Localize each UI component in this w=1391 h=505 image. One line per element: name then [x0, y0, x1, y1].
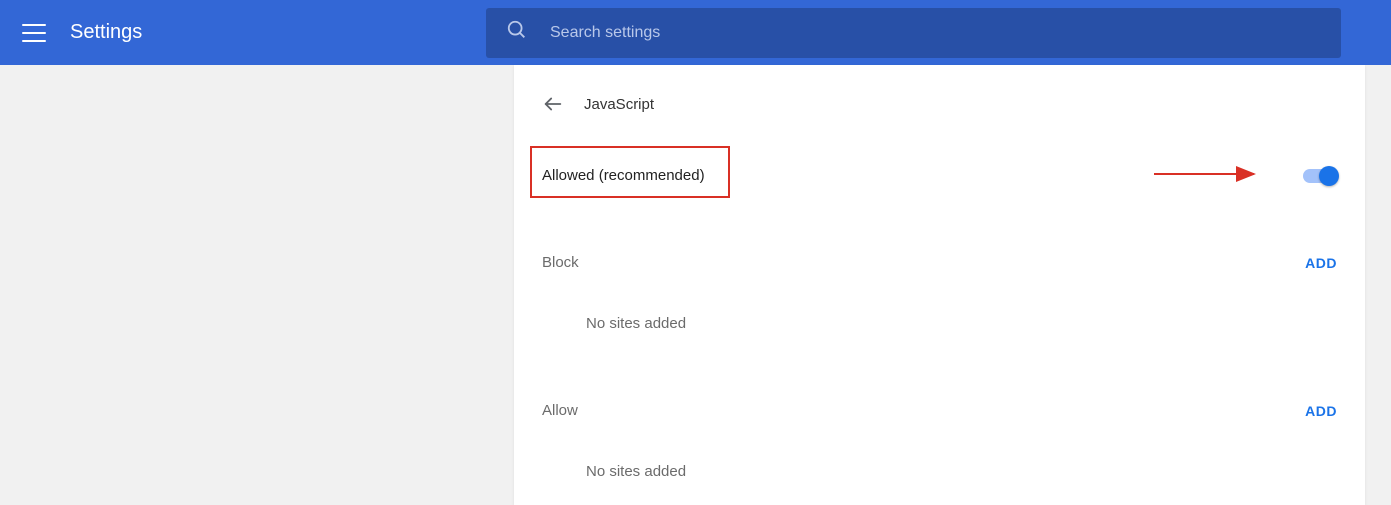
allow-empty-text: No sites added [586, 463, 1337, 480]
panel-header: JavaScript [514, 93, 1365, 115]
toggle-label: Allowed (recommended) [542, 167, 705, 184]
arrow-annotation-icon [1154, 164, 1264, 189]
toggle-knob [1319, 166, 1339, 186]
block-section-header: Block ADD [542, 254, 1337, 271]
block-empty-text: No sites added [586, 315, 1337, 332]
allowed-toggle[interactable] [1303, 169, 1337, 183]
block-add-button[interactable]: ADD [1305, 255, 1337, 271]
allow-section: Allow ADD No sites added [514, 402, 1365, 480]
allowed-toggle-row: Allowed (recommended) [514, 167, 1365, 184]
block-section-title: Block [542, 254, 579, 271]
menu-icon[interactable] [22, 24, 46, 42]
allow-section-header: Allow ADD [542, 402, 1337, 419]
search-bar[interactable] [486, 8, 1341, 58]
back-arrow-icon[interactable] [542, 93, 564, 115]
search-input[interactable] [550, 24, 1250, 42]
header-bar: Settings [0, 0, 1391, 65]
allow-add-button[interactable]: ADD [1305, 403, 1337, 419]
content-area: JavaScript Allowed (recommended) Block A… [0, 65, 1391, 505]
app-title: Settings [70, 21, 142, 44]
settings-panel: JavaScript Allowed (recommended) Block A… [514, 65, 1365, 505]
allow-section-title: Allow [542, 402, 578, 419]
block-section: Block ADD No sites added [514, 254, 1365, 332]
search-icon [506, 19, 528, 46]
panel-title: JavaScript [584, 96, 654, 113]
